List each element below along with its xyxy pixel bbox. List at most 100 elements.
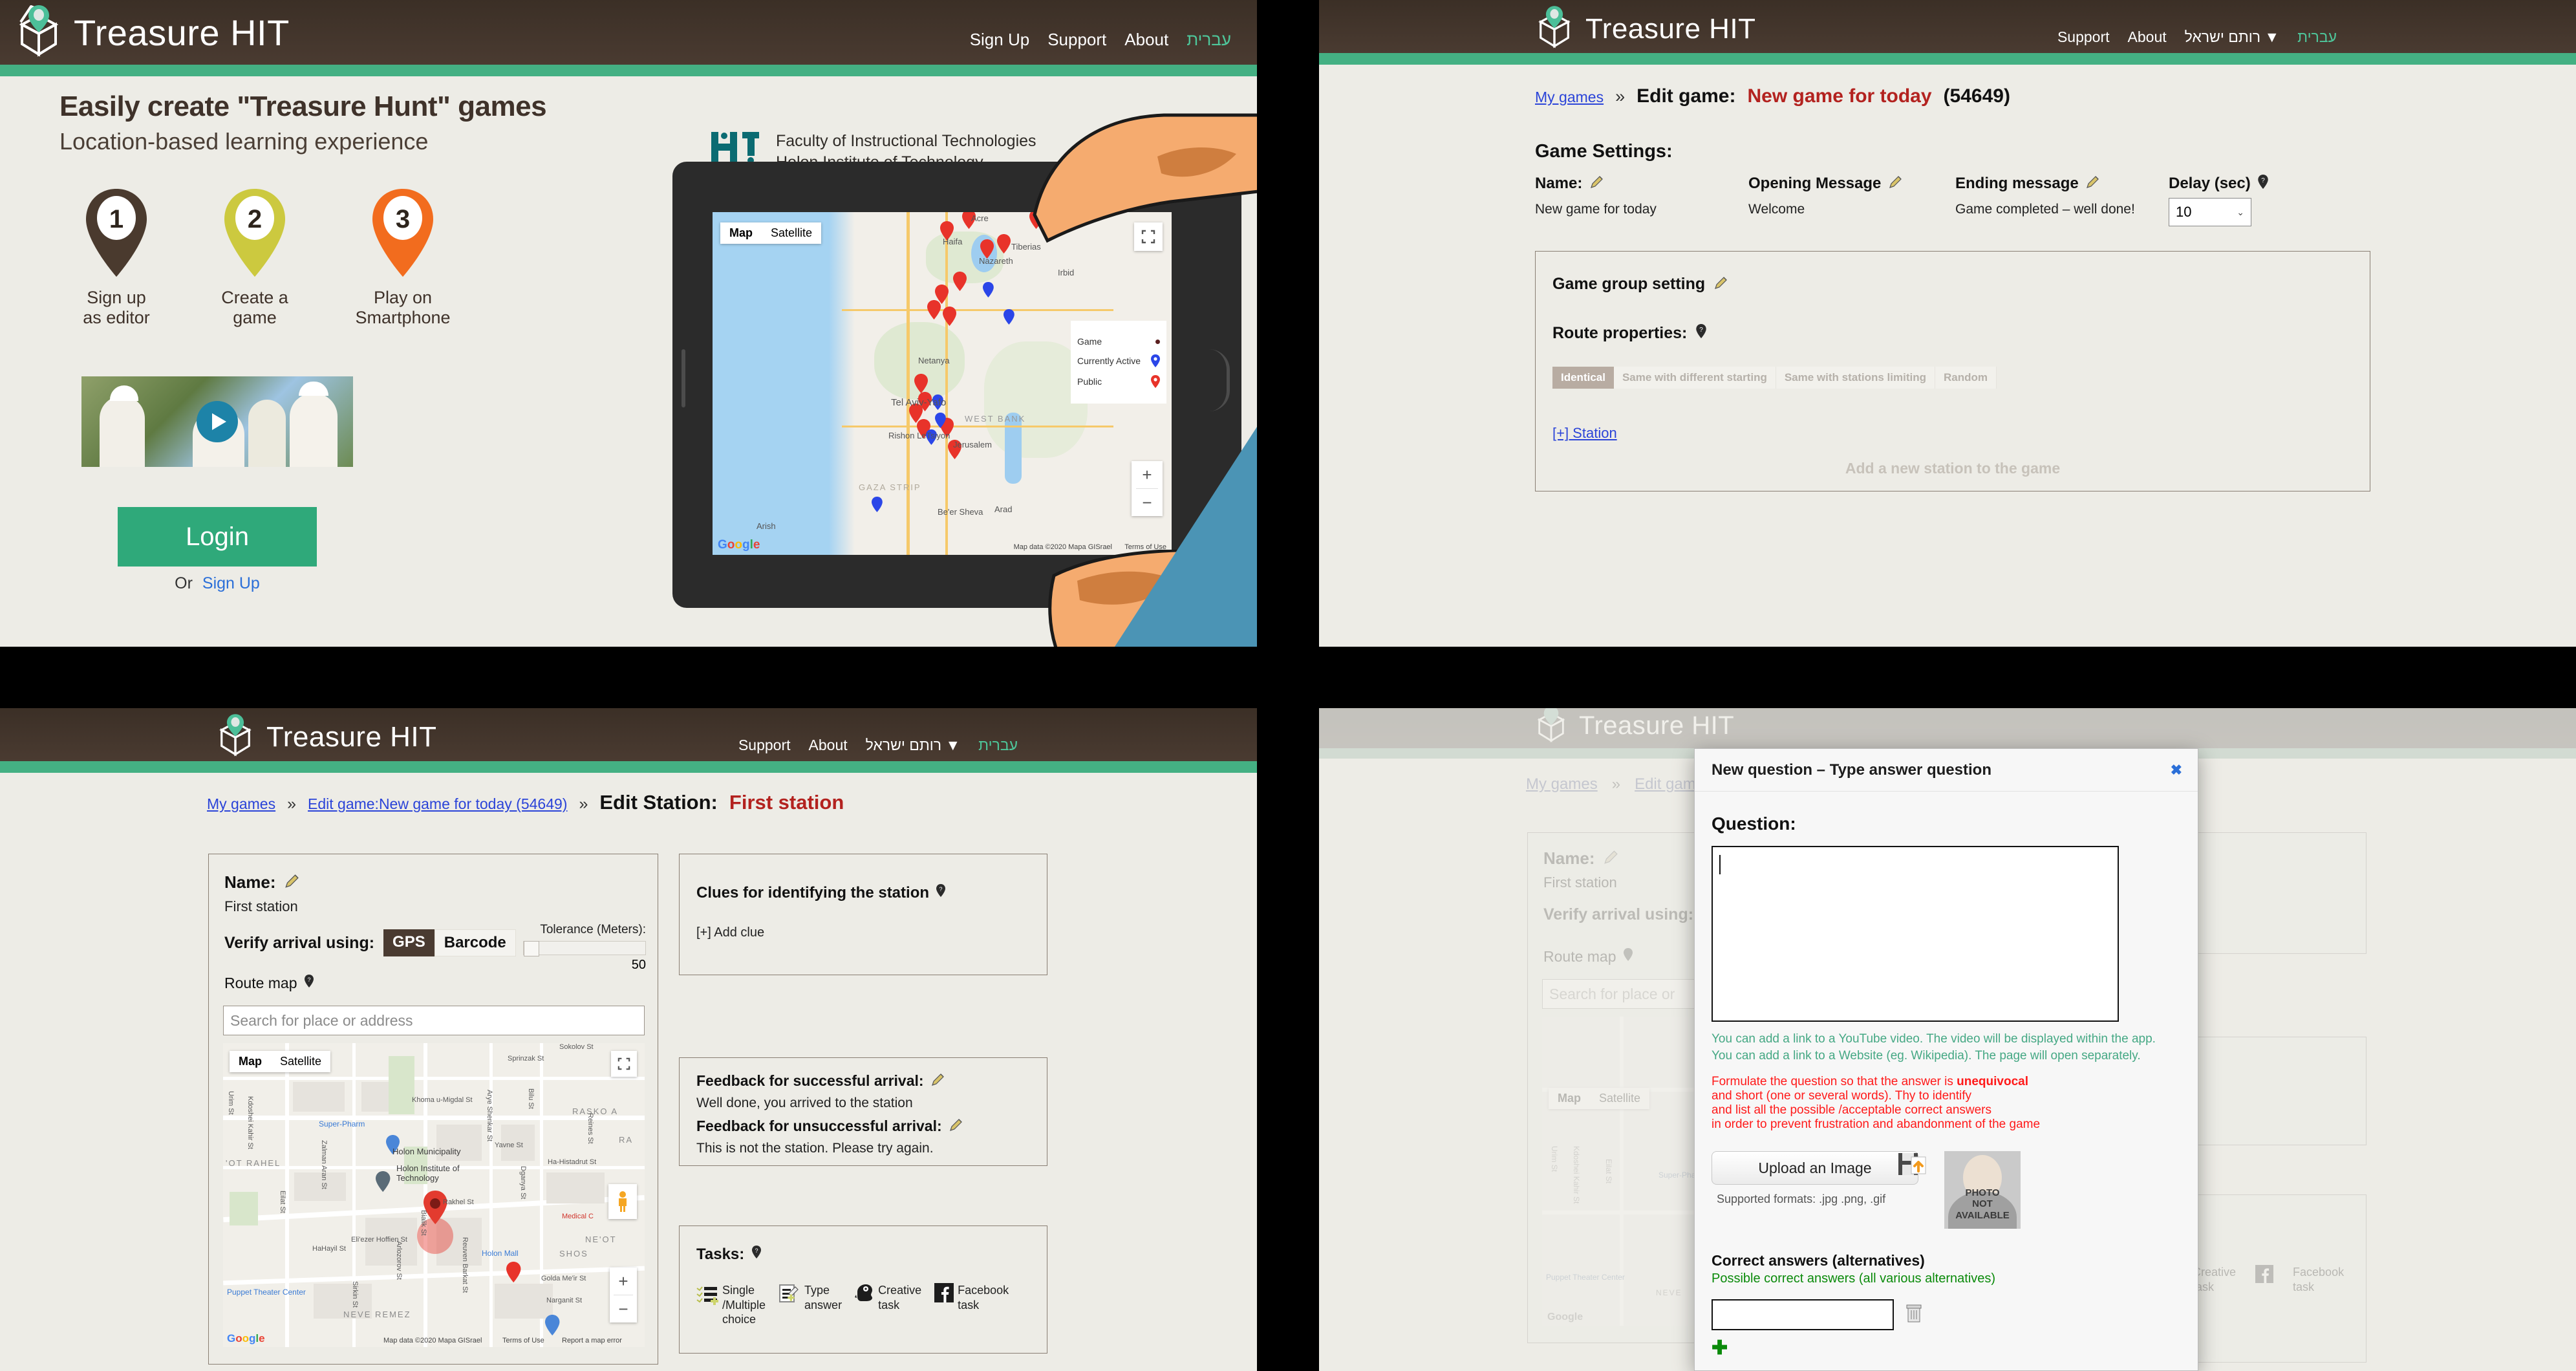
tolerance-slider[interactable] — [523, 941, 646, 956]
upload-image-button[interactable]: Upload an Image — [1712, 1151, 1926, 1185]
play-button-icon[interactable] — [197, 401, 238, 442]
nav-sign-up[interactable]: Sign Up — [970, 30, 1030, 50]
route-option-random[interactable]: Random — [1935, 367, 1997, 389]
hint-formulate-text: Formulate the question so that the answe… — [1712, 1075, 1957, 1088]
field-ending-label: Ending message — [1955, 175, 2079, 192]
add-station-link[interactable]: [+] Station — [1552, 425, 1617, 442]
help-question-icon[interactable] — [1623, 948, 1633, 964]
map-label-eilat-dimmed: Eilat St — [1604, 1159, 1613, 1184]
hint-formulate: Formulate the question so that the answe… — [1712, 1075, 2181, 1089]
help-question-icon[interactable]: ? — [2257, 175, 2269, 192]
route-option-stations-limiting[interactable]: Same with stations limiting — [1776, 367, 1935, 389]
help-question-icon[interactable]: ? — [1695, 324, 1707, 341]
nav-user-menu[interactable]: רותם ישראל ▼ — [2185, 28, 2280, 46]
close-icon[interactable]: ✖ — [2171, 762, 2182, 779]
task-facebook[interactable]: Facebook task — [934, 1283, 1009, 1312]
map-label-kdoshei-dimmed: Kdoshei Kahir St — [1572, 1146, 1581, 1204]
help-question-icon[interactable]: ? — [936, 884, 946, 900]
answer-input[interactable] — [1712, 1299, 1894, 1330]
nav-hebrew[interactable]: עברית — [978, 737, 1018, 754]
station-name-value: First station — [224, 898, 298, 914]
step-2-label-2: game — [233, 308, 277, 327]
verify-arrival-label: Verify arrival using: — [224, 933, 375, 952]
task-label-2a: Type — [804, 1284, 830, 1297]
map-attribution-text: Map data ©2020 Mapa GISrael — [383, 1337, 482, 1344]
nav-about[interactable]: About — [809, 737, 848, 754]
hint-formulate-bold: unequivocal — [1957, 1075, 2029, 1088]
verify-option-gps[interactable]: GPS — [383, 929, 435, 956]
breadcrumb-my-games[interactable]: My games — [1535, 89, 1604, 106]
promo-video-thumbnail[interactable] — [81, 376, 353, 467]
edit-pencil-icon[interactable] — [2085, 175, 2099, 188]
field-opening-label: Opening Message — [1748, 175, 1882, 192]
nav-about[interactable]: About — [1124, 30, 1168, 50]
add-clue-link[interactable]: [+] Add clue — [696, 925, 764, 940]
or-label: Or — [175, 574, 193, 592]
svg-text:3: 3 — [396, 205, 410, 233]
map-report-link[interactable]: Report a map error — [562, 1337, 622, 1344]
tolerance-slider-handle[interactable] — [524, 941, 539, 956]
upload-row: Upload an Image Supported formats: .jpg … — [1712, 1151, 2181, 1229]
signup-link[interactable]: Sign Up — [202, 574, 260, 592]
zoom-out-button[interactable]: − — [1135, 489, 1158, 516]
edit-pencil-icon[interactable] — [1713, 276, 1727, 289]
brand-name-editgame: Treasure HIT — [1585, 12, 1756, 45]
zoom-out-button[interactable]: − — [612, 1295, 634, 1322]
question-label: Question: — [1712, 814, 1796, 834]
help-question-icon[interactable]: ? — [304, 975, 314, 991]
edit-pencil-icon[interactable] — [1888, 175, 1902, 188]
zoom-in-button[interactable]: + — [1135, 461, 1158, 488]
home-map-zoom-controls[interactable]: + − — [1132, 461, 1163, 516]
task-type-answer[interactable]: Type answer — [778, 1283, 842, 1312]
faculty-line-1: Faculty of Instructional Technologies — [776, 131, 1036, 150]
photo-placeholder-line-1: PHOTO — [1965, 1187, 2000, 1198]
nav-about[interactable]: About — [2128, 28, 2167, 46]
task-single-multiple-choice[interactable]: Single /Multiple choice — [696, 1283, 766, 1327]
brand-logo-home[interactable]: Treasure HIT — [13, 3, 290, 63]
task-creative[interactable]: Creative task — [855, 1283, 921, 1312]
nav-user-menu[interactable]: רותם ישראל ▼ — [866, 737, 961, 754]
nav-hebrew[interactable]: עברית — [1186, 30, 1231, 50]
map-terms-link[interactable]: Terms of Use — [502, 1337, 544, 1344]
breadcrumb-edit-game-dimmed[interactable]: Edit gam — [1635, 775, 1696, 793]
place-search-input[interactable]: Search for place or address — [223, 1006, 645, 1035]
zoom-in-button[interactable]: + — [612, 1268, 634, 1295]
route-properties-options[interactable]: Identical Same with different starting S… — [1552, 367, 1997, 389]
delay-select[interactable]: 10 ⌄ — [2169, 198, 2251, 226]
edit-pencil-icon[interactable] — [284, 874, 299, 888]
breadcrumb-editgame: My games » Edit game: New game for today… — [1535, 85, 2010, 107]
help-question-icon[interactable]: ? — [751, 1246, 762, 1262]
street-view-pegman[interactable] — [608, 1184, 637, 1219]
home-headline: Easily create "Treasure Hunt" games — [59, 91, 547, 122]
dialog-header: New question – Type answer question ✖ — [1695, 749, 2198, 792]
edit-pencil-icon[interactable] — [1603, 850, 1618, 864]
facebook-icon — [2255, 1265, 2274, 1294]
breadcrumb-my-games[interactable]: My games — [207, 795, 275, 813]
station-map[interactable]: Map Satellite Sokolov St Sprinzak St Kho… — [223, 1043, 645, 1347]
brand-logo-editgame[interactable]: Treasure HIT — [1532, 4, 1756, 54]
verify-option-barcode[interactable]: Barcode — [434, 929, 516, 956]
nav-support[interactable]: Support — [1047, 30, 1106, 50]
route-option-identical[interactable]: Identical — [1552, 367, 1614, 389]
route-option-different-starting[interactable]: Same with different starting — [1613, 367, 1776, 389]
delete-answer-trash-icon[interactable] — [1905, 1304, 1922, 1326]
brand-logo-editstation[interactable]: Treasure HIT — [213, 712, 437, 762]
station-map-zoom-controls[interactable]: + − — [610, 1268, 637, 1322]
field-delay: Delay (sec) ? 10 ⌄ — [2169, 175, 2311, 226]
edit-pencil-icon[interactable] — [1589, 175, 1603, 188]
question-textarea[interactable] — [1712, 846, 2119, 1022]
nav-hebrew[interactable]: עברית — [2297, 28, 2337, 46]
login-button[interactable]: Login — [118, 507, 317, 567]
edit-pencil-icon[interactable] — [930, 1073, 944, 1086]
breadcrumb-sep-dimmed: » — [1611, 775, 1621, 793]
nav-support[interactable]: Support — [738, 737, 791, 754]
accent-bar-editgame — [1319, 53, 2576, 65]
add-answer-button[interactable]: ✚ — [1712, 1337, 1733, 1359]
edit-pencil-icon[interactable] — [949, 1118, 962, 1131]
home-hero-text: Easily create "Treasure Hunt" games Loca… — [59, 91, 564, 155]
step-3-label-2: Smartphone — [355, 308, 451, 327]
nav-support[interactable]: Support — [2057, 28, 2110, 46]
breadcrumb-edit-game[interactable]: Edit game:New game for today (54649) — [308, 795, 567, 813]
breadcrumb-my-games-dimmed[interactable]: My games — [1526, 775, 1598, 793]
verify-arrival-options[interactable]: GPS Barcode — [383, 929, 516, 956]
